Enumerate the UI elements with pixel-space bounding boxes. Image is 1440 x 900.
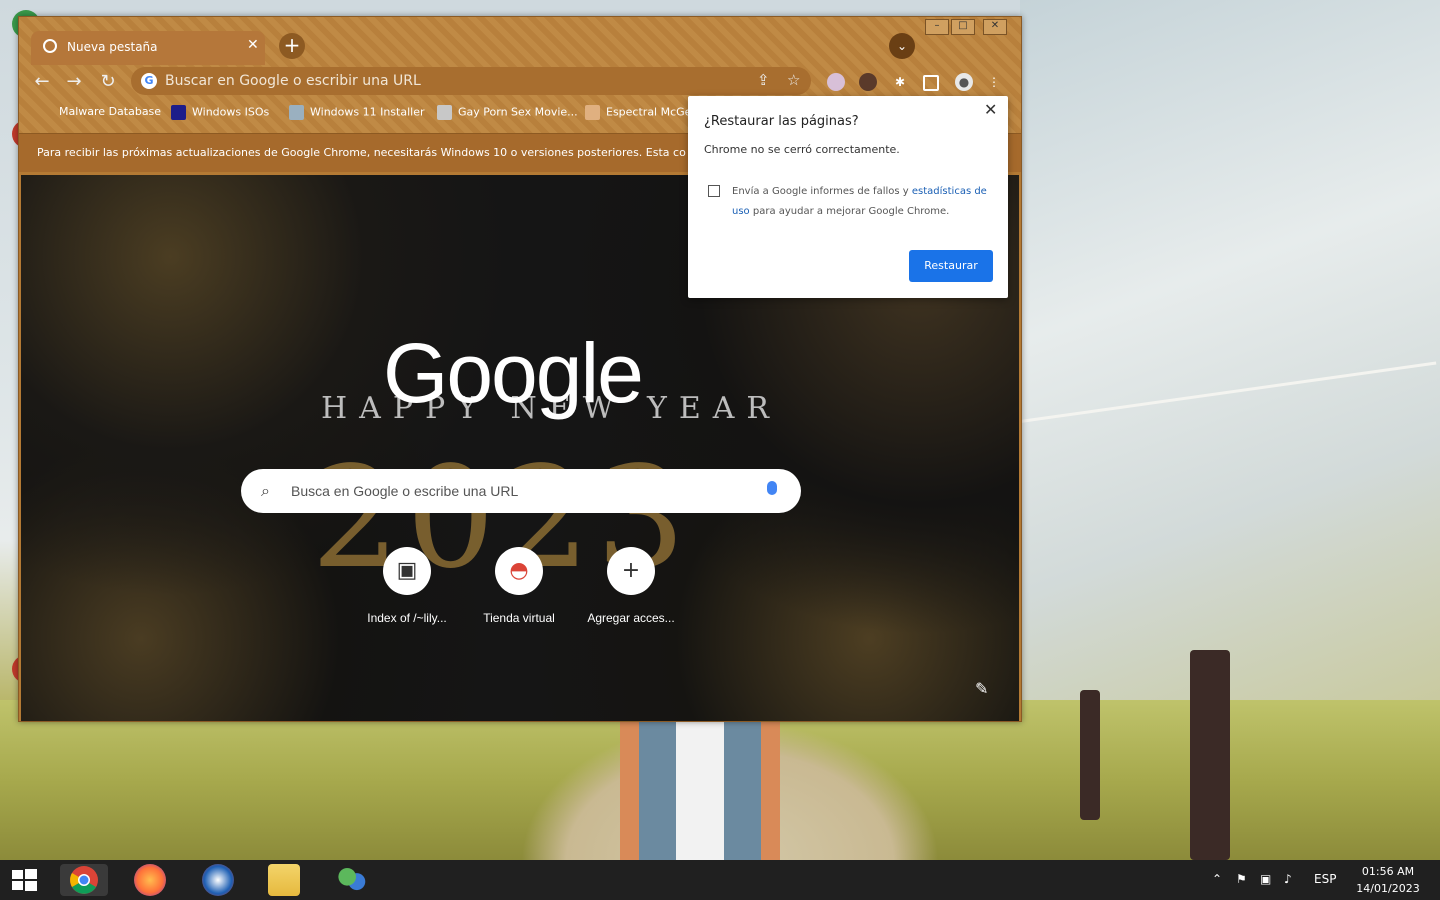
reload-button[interactable]: ↻: [97, 71, 119, 93]
taskbar: ⌃ ⚑ ▣ ♪ ESP 01:56 AM 14/01/2023: [0, 860, 1440, 900]
bookmark-star-icon[interactable]: ☆: [787, 71, 800, 89]
checkbox-text-pre: Envía a Google informes de fallos y: [732, 186, 912, 197]
volume-icon[interactable]: ♪: [1284, 872, 1292, 886]
menu-kebab-icon[interactable]: ⋮: [985, 73, 1003, 91]
bookmark-item[interactable]: Gay Porn Sex Movie...: [437, 105, 578, 120]
omnibox-placeholder: Buscar en Google o escribir una URL: [165, 73, 421, 89]
checkbox-label: Envía a Google informes de fallos y esta…: [732, 182, 988, 222]
wallpaper-character: [620, 720, 780, 860]
action-center-flag-icon[interactable]: ⚑: [1236, 872, 1247, 886]
shortcut-label: Index of /~lily...: [367, 611, 447, 625]
bookmark-item[interactable]: Windows ISOs: [171, 105, 269, 120]
customize-pencil-icon[interactable]: ✎: [975, 679, 988, 698]
close-icon[interactable]: ✕: [984, 100, 997, 119]
chrome-web-store-icon: ◓: [495, 547, 543, 595]
share-icon[interactable]: ⇪: [757, 71, 770, 89]
clock-time: 01:56 AM: [1361, 865, 1415, 878]
extensions-puzzle-icon[interactable]: ✱: [891, 73, 909, 91]
network-icon[interactable]: ▣: [1260, 872, 1271, 886]
installer-icon: [289, 105, 304, 120]
file-explorer-icon[interactable]: [268, 864, 300, 896]
restore-pages-dialog: ✕ ¿Restaurar las páginas? Chrome no se c…: [688, 96, 1008, 298]
chrome-favicon-icon: [43, 39, 57, 53]
app-round-icon[interactable]: [202, 864, 234, 896]
shortcut-index-of-lily[interactable]: ▣ Index of /~lily...: [359, 547, 455, 625]
extension-flag-icon[interactable]: [827, 73, 845, 91]
computer-icon: ▣: [383, 547, 431, 595]
clock[interactable]: 01:56 AM 14/01/2023: [1348, 863, 1428, 897]
computer-icon: [437, 105, 452, 120]
tab-close-icon[interactable]: ✕: [247, 37, 259, 53]
windows-iso-icon: [171, 105, 186, 120]
bookmark-label: Malware Database: [59, 105, 162, 118]
extension-avatar-icon[interactable]: [859, 73, 877, 91]
close-window-button[interactable]: ✕: [983, 19, 1007, 35]
bookmark-item[interactable]: Espectral McGe...: [585, 105, 702, 120]
bookmark-label: Windows ISOs: [192, 105, 270, 119]
minimize-button[interactable]: –: [925, 19, 949, 35]
bookmark-label: Windows 11 Installer: [310, 105, 425, 119]
back-button[interactable]: ←: [31, 71, 53, 93]
side-panel-icon[interactable]: [923, 75, 939, 91]
language-indicator[interactable]: ESP: [1314, 872, 1336, 886]
fence-post: [1080, 690, 1100, 820]
ntp-search-placeholder: Busca en Google o escribe una URL: [291, 483, 519, 499]
start-windows-icon[interactable]: [8, 864, 40, 896]
dialog-title: ¿Restaurar las páginas?: [704, 114, 859, 129]
omnibox[interactable]: G Buscar en Google o escribir una URL ⇪ …: [131, 67, 811, 95]
crash-report-checkbox[interactable]: [708, 185, 720, 197]
firefox-icon[interactable]: [134, 864, 166, 896]
tab-nueva-pestana[interactable]: Nueva pestaña ✕: [31, 31, 265, 65]
dialog-subtitle: Chrome no se cerró correctamente.: [704, 143, 900, 156]
update-notice-text: Para recibir las próximas actualizacione…: [37, 146, 686, 159]
chrome-taskbar-icon[interactable]: [60, 864, 108, 896]
shortcut-add[interactable]: + Agregar acces...: [583, 547, 679, 625]
profile-icon[interactable]: ●: [955, 73, 973, 91]
character-icon: [585, 105, 600, 120]
bookmark-label: Gay Porn Sex Movie...: [458, 105, 578, 119]
plus-icon: +: [607, 547, 655, 595]
tab-search-button[interactable]: ⌄: [889, 33, 915, 59]
shortcut-label: Tienda virtual: [483, 611, 555, 625]
microphone-icon[interactable]: [767, 481, 777, 495]
search-icon: ⌕: [261, 481, 270, 500]
fence-post: [1190, 650, 1230, 860]
users-icon[interactable]: [336, 864, 368, 896]
google-g-icon: G: [141, 73, 157, 89]
wallpaper-sky: [1020, 0, 1440, 700]
tray-chevron-icon[interactable]: ⌃: [1212, 872, 1222, 886]
restore-button[interactable]: Restaurar: [909, 250, 993, 282]
checkbox-text-post: para ayudar a mejorar Google Chrome.: [749, 206, 950, 217]
ntp-search-box[interactable]: ⌕ Busca en Google o escribe una URL: [241, 469, 801, 513]
new-tab-button[interactable]: +: [279, 33, 305, 59]
forward-button[interactable]: →: [63, 71, 85, 93]
clock-date: 14/01/2023: [1356, 882, 1420, 895]
bookmark-item[interactable]: Malware Database: [59, 105, 161, 118]
shortcut-tienda-virtual[interactable]: ◓ Tienda virtual: [471, 547, 567, 625]
bookmark-item[interactable]: Windows 11 Installer: [289, 105, 425, 120]
tab-title: Nueva pestaña: [67, 40, 158, 54]
maximize-button[interactable]: □: [951, 19, 975, 35]
shortcut-label: Agregar acces...: [587, 611, 675, 625]
google-logo: Google: [383, 326, 644, 420]
